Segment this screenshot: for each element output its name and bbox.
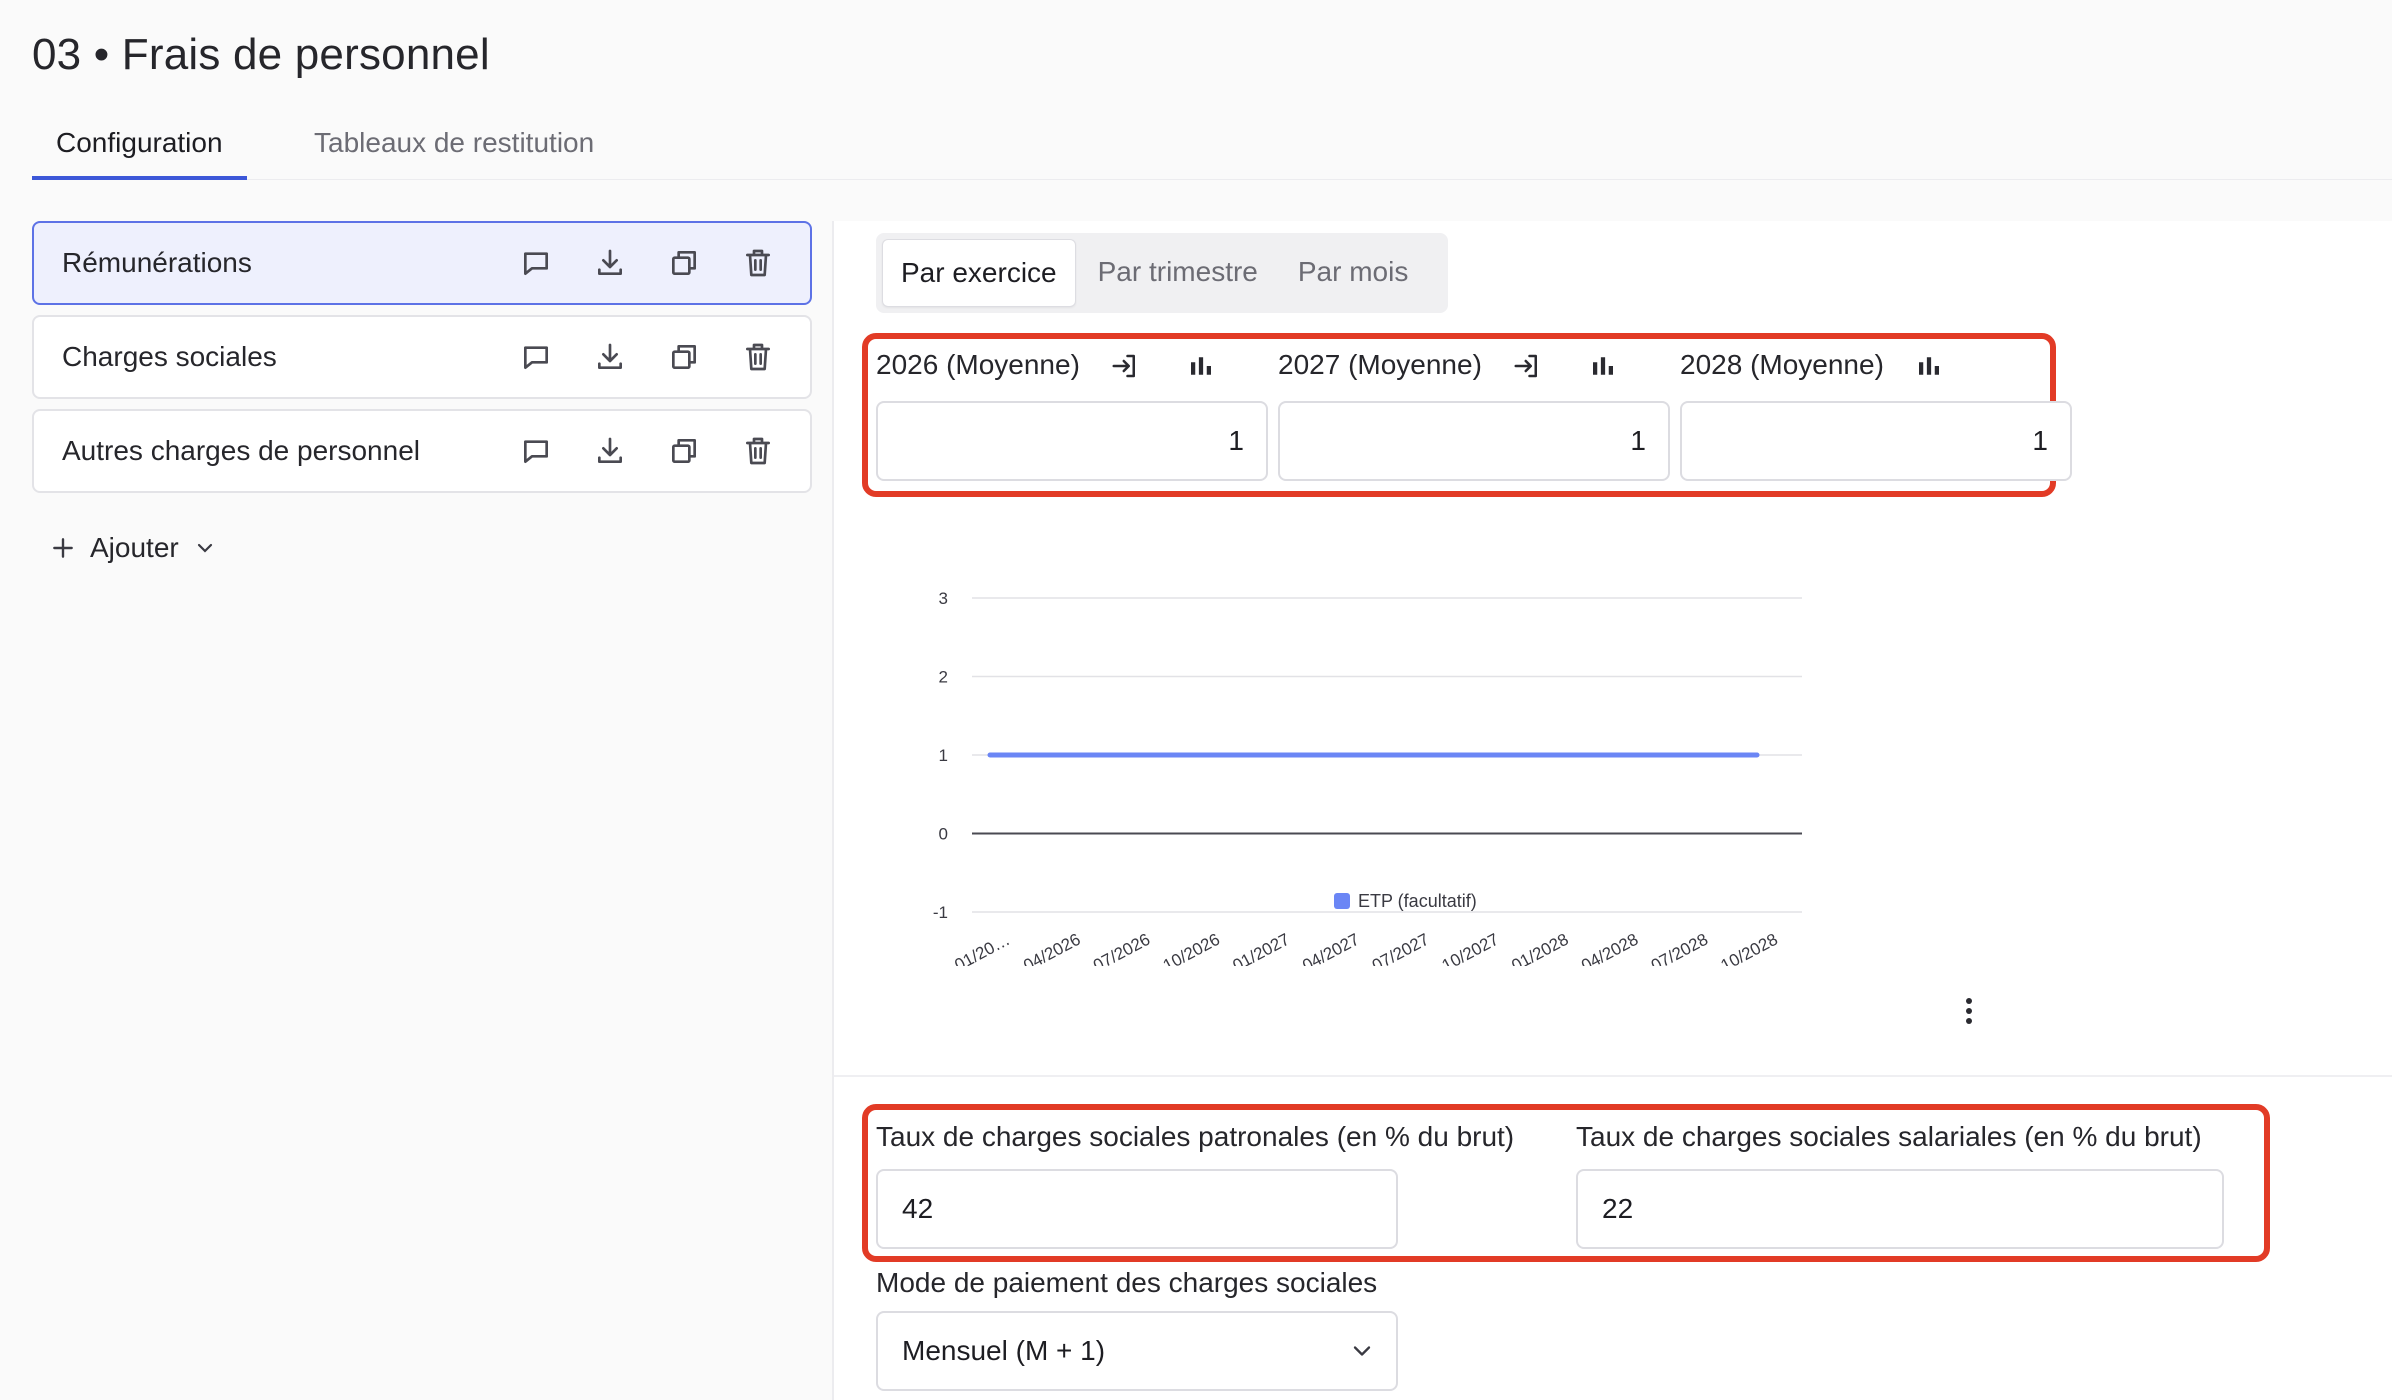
- duplicate-icon[interactable]: [662, 335, 706, 379]
- year-column-2026: 2026 (Moyenne) 1: [876, 341, 1268, 491]
- year-value-input[interactable]: 1: [1278, 401, 1670, 481]
- download-icon[interactable]: [588, 335, 632, 379]
- chevron-down-icon: [197, 543, 212, 553]
- add-button[interactable]: Ajouter: [50, 526, 217, 570]
- x-tick-label: 01/2027: [1230, 930, 1293, 966]
- download-icon[interactable]: [588, 241, 632, 285]
- x-tick-label: 07/2027: [1369, 930, 1432, 966]
- tab-configuration[interactable]: Configuration: [32, 118, 247, 180]
- period-option-par-exercice[interactable]: Par exercice: [882, 239, 1076, 307]
- list-item-label: Charges sociales: [62, 341, 277, 372]
- list-item-label: Rémunérations: [62, 247, 252, 278]
- x-tick-label: 07/2028: [1648, 930, 1711, 966]
- x-tick-label: 10/2027: [1439, 930, 1502, 966]
- duplicate-icon[interactable]: [662, 241, 706, 285]
- chart-svg: 3 2 1 0 -101/20… 04/2026 07/2026 10/2026 01/2027…: [933, 589, 1802, 975]
- item-actions: [514, 429, 780, 473]
- year-column-2027: 2027 (Moyenne) 1: [1278, 341, 1670, 491]
- bar-chart-icon[interactable]: [1588, 351, 1618, 381]
- item-actions: [514, 241, 780, 285]
- period-option-par-mois[interactable]: Par mois: [1280, 239, 1426, 307]
- x-tick-label: 04/2028: [1578, 930, 1641, 966]
- x-tick-label: 04/2027: [1299, 930, 1362, 966]
- year-label: 2027 (Moyenne): [1278, 349, 1482, 380]
- patronal-rate-field: Taux de charges sociales patronales (en …: [876, 1117, 1515, 1249]
- download-icon[interactable]: [588, 429, 632, 473]
- add-button-label: Ajouter: [90, 532, 179, 563]
- legend-label: ETP (facultatif): [1358, 891, 1477, 911]
- login-arrow-icon[interactable]: [1512, 351, 1542, 381]
- year-column-2028: 2028 (Moyenne) 1: [1680, 341, 2072, 491]
- tab-tableaux-de-restitution[interactable]: Tableaux de restitution: [290, 118, 618, 180]
- comment-icon[interactable]: [514, 335, 558, 379]
- bar-chart-icon[interactable]: [1186, 351, 1216, 381]
- list-item-remunerations[interactable]: Rémunérations: [32, 221, 812, 305]
- x-tick-label: 04/2026: [1020, 930, 1083, 966]
- x-tick-label: 01/2028: [1508, 930, 1571, 966]
- trash-icon[interactable]: [736, 429, 780, 473]
- year-label: 2028 (Moyenne): [1680, 349, 1884, 380]
- page-title: 03 • Frais de personnel: [32, 30, 490, 79]
- etp-chart: 3 2 1 0 -1 01/20… 04/2026 07/2026 10/2026 01/2027…: [862, 546, 1862, 975]
- list-item-autres-charges[interactable]: Autres charges de personnel: [32, 409, 812, 493]
- bar-chart-icon[interactable]: [1914, 351, 1944, 381]
- payment-mode-select[interactable]: Mensuel (M + 1): [876, 1311, 1398, 1391]
- comment-icon[interactable]: [514, 241, 558, 285]
- period-option-par-trimestre[interactable]: Par trimestre: [1080, 239, 1276, 307]
- year-value-input[interactable]: 1: [1680, 401, 2072, 481]
- comment-icon[interactable]: [514, 429, 558, 473]
- y-tick-label: 1: [939, 746, 948, 765]
- legend-swatch: [1334, 893, 1350, 909]
- chevron-down-icon: [1353, 1346, 1371, 1356]
- salarial-rate-input[interactable]: 22: [1576, 1169, 2224, 1249]
- duplicate-icon[interactable]: [662, 429, 706, 473]
- plus-icon: [53, 538, 73, 558]
- more-options-icon[interactable]: [1954, 989, 1984, 1033]
- year-value-input[interactable]: 1: [876, 401, 1268, 481]
- y-tick-label: -1: [933, 903, 948, 922]
- x-tick-label: 01/20…: [951, 930, 1012, 966]
- salarial-rate-label: Taux de charges sociales salariales (en …: [1576, 1121, 2202, 1152]
- salarial-rate-field: Taux de charges sociales salariales (en …: [1576, 1117, 2224, 1249]
- patronal-rate-input[interactable]: 42: [876, 1169, 1398, 1249]
- patronal-rate-label: Taux de charges sociales patronales (en …: [876, 1121, 1515, 1152]
- list-item-charges-sociales[interactable]: Charges sociales: [32, 315, 812, 399]
- year-label: 2026 (Moyenne): [876, 349, 1080, 380]
- tab-bar: Configuration Tableaux de restitution: [32, 118, 2392, 180]
- detail-panel: Par exercice Par trimestre Par mois 2026…: [832, 221, 2392, 1400]
- y-tick-label: 2: [939, 668, 948, 687]
- trash-icon[interactable]: [736, 335, 780, 379]
- x-tick-label: 07/2026: [1090, 930, 1153, 966]
- list-item-label: Autres charges de personnel: [62, 435, 420, 466]
- login-arrow-icon[interactable]: [1110, 351, 1140, 381]
- section-list: Rémunérations Charges sociales Autres ch…: [32, 221, 812, 503]
- item-actions: [514, 335, 780, 379]
- y-tick-label: 0: [939, 825, 948, 844]
- payment-mode-label: Mode de paiement des charges sociales: [876, 1267, 1378, 1298]
- trash-icon[interactable]: [736, 241, 780, 285]
- x-tick-label: 10/2026: [1160, 930, 1223, 966]
- y-tick-label: 3: [939, 589, 948, 608]
- payment-mode-value: Mensuel (M + 1): [902, 1335, 1106, 1366]
- divider: [834, 1075, 2392, 1077]
- x-tick-label: 10/2028: [1718, 930, 1781, 966]
- period-selector: Par exercice Par trimestre Par mois: [876, 233, 1448, 313]
